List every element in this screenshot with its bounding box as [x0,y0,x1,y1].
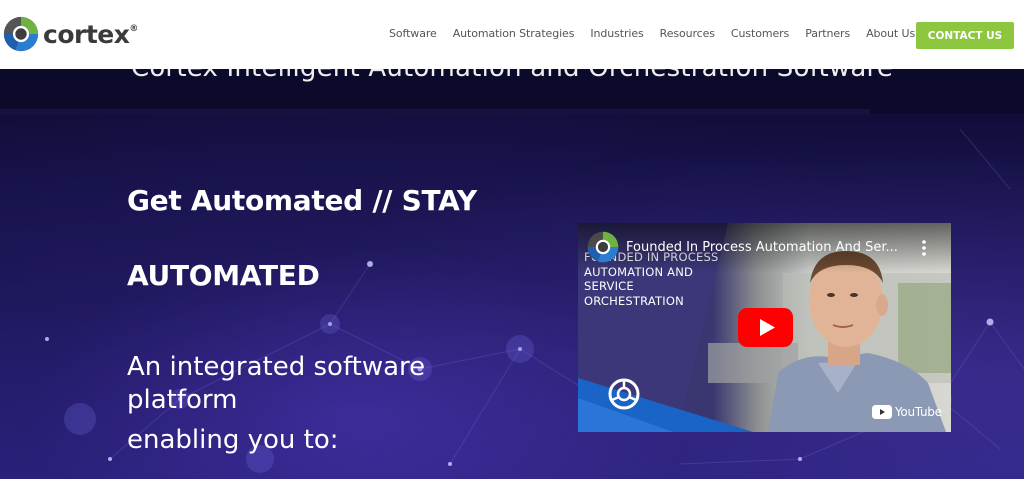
main-nav: Software Automation Strategies Industrie… [389,27,931,40]
nav-about-us[interactable]: About Us [866,27,915,40]
brand-logo[interactable]: cortex® [2,15,138,53]
channel-avatar-icon[interactable] [586,230,620,264]
youtube-video-embed[interactable]: FOUNDED IN PROCESS AUTOMATION AND SERVIC… [578,223,951,432]
brand-name: cortex® [43,19,138,49]
hero-headline-line1: Get Automated // STAY [127,184,477,217]
cortex-corner-logo-icon [608,378,640,410]
hero-subheading-line2: enabling you to: [127,425,339,455]
contact-us-button[interactable]: CONTACT US [916,22,1014,49]
more-vert-icon[interactable] [918,239,930,257]
nav-software[interactable]: Software [389,27,437,40]
site-header: cortex® Software Automation Strategies I… [0,0,1024,69]
cortex-logo-icon [3,16,39,52]
play-icon[interactable] [738,308,793,347]
youtube-logo-icon [872,405,892,419]
hero-subheading-line1: An integrated software platform [127,352,426,415]
nav-automation-strategies[interactable]: Automation Strategies [453,27,575,40]
nav-partners[interactable]: Partners [805,27,850,40]
hero-cut-title: Cortex Intelligent Automation and Orches… [0,69,1024,83]
video-title[interactable]: Founded In Process Automation And Ser... [626,240,916,255]
nav-industries[interactable]: Industries [590,27,643,40]
hero-headline-line2: AUTOMATED [127,259,320,292]
youtube-brand[interactable]: YouTube [872,404,942,420]
youtube-label: YouTube [895,405,942,419]
nav-customers[interactable]: Customers [731,27,789,40]
nav-resources[interactable]: Resources [660,27,715,40]
